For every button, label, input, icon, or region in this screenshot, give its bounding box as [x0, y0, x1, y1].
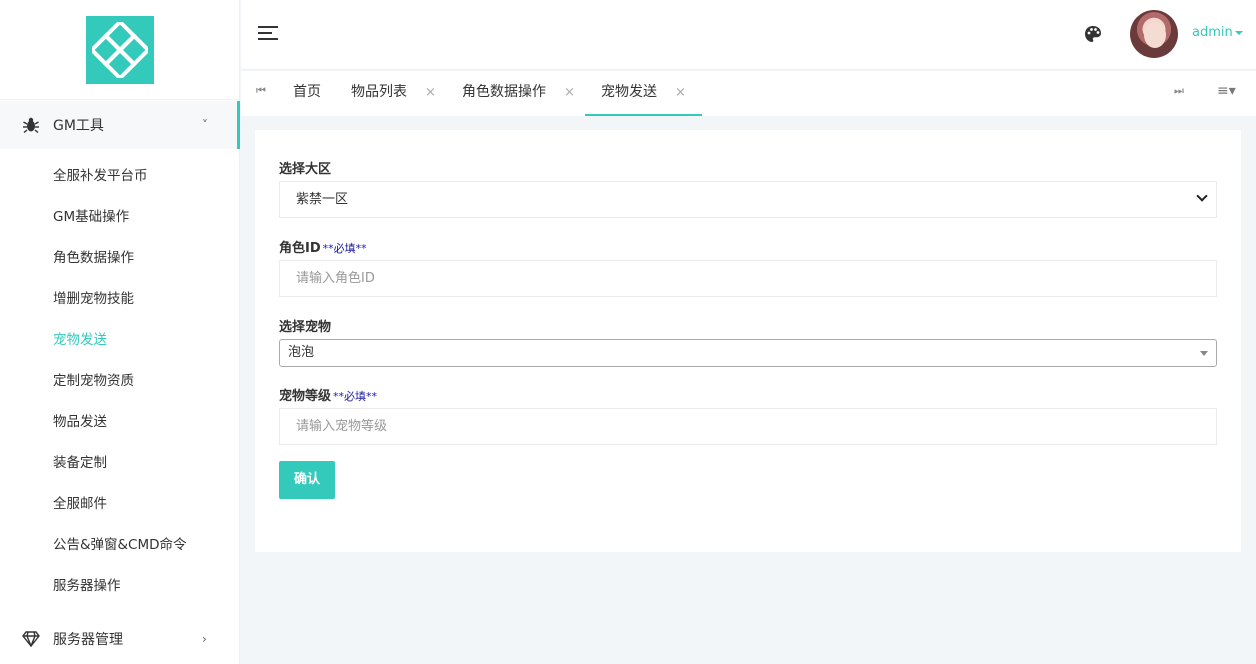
sidebar-item-equip-custom[interactable]: 装备定制 [0, 443, 240, 484]
tab-label: 首页 [293, 84, 321, 100]
tab-options-icon[interactable]: ≡▾ [1217, 83, 1236, 99]
tab-label: 宠物发送 [601, 84, 657, 100]
tab-scroll-left-icon[interactable]: ⏮ [256, 84, 266, 98]
username: admin [1192, 25, 1233, 40]
sidebar-item-server-mail[interactable]: 全服邮件 [0, 484, 240, 525]
chevron-down-icon: ˅ [202, 118, 208, 132]
chevron-down-icon [1196, 190, 1208, 202]
sidebar-item-server-ops[interactable]: 服务器操作 [0, 566, 240, 607]
top-header: admin [241, 0, 1256, 70]
sidebar: GM工具 ˅ 全服补发平台币 GM基础操作 角色数据操作 增删宠物技能 宠物发送… [0, 0, 240, 664]
logo[interactable] [85, 15, 154, 84]
region-label: 选择大区 [279, 162, 332, 177]
role-id-input[interactable] [279, 260, 1217, 297]
menu-group-gm-tools[interactable]: GM工具 ˅ [0, 101, 240, 149]
menu-group-label: 服务器管理 [53, 632, 123, 648]
sidebar-item-gm-basic[interactable]: GM基础操作 [0, 197, 240, 238]
tab-home[interactable]: 首页 [293, 71, 321, 116]
hamburger-menu-icon[interactable] [258, 26, 278, 42]
sidebar-item-pet-send[interactable]: 宠物发送 [0, 320, 240, 361]
caret-down-icon [1234, 30, 1243, 35]
logo-knot-icon [91, 21, 148, 78]
chevron-right-icon: › [202, 632, 207, 646]
sidebar-item-platform-coin[interactable]: 全服补发平台币 [0, 156, 240, 197]
menu-group-server-manage[interactable]: 服务器管理 › [0, 615, 240, 663]
tab-role-data[interactable]: 角色数据操作 × [462, 71, 575, 116]
pet-level-input[interactable] [279, 408, 1217, 445]
tab-bar: ⏮ 首页 物品列表 × 角色数据操作 × 宠物发送 × ⏭ ≡▾ [241, 71, 1256, 116]
pet-level-label: 宠物等级 **必填** [279, 389, 378, 404]
pet-send-form-card: 选择大区 紫禁一区 角色ID**必填** 选择宠物 泡泡 宠物等级**必填** … [255, 130, 1241, 552]
tab-label: 物品列表 [351, 84, 407, 100]
required-note: **必填** [322, 242, 367, 255]
submenu-gm-tools: 全服补发平台币 GM基础操作 角色数据操作 增删宠物技能 宠物发送 定制宠物资质… [0, 156, 240, 607]
role-id-label: 角色ID **必填** [279, 241, 367, 256]
sidebar-item-notice-cmd[interactable]: 公告&弹窗&CMD命令 [0, 525, 240, 566]
confirm-button[interactable]: 确认 [279, 461, 335, 499]
menu-group-label: GM工具 [53, 118, 104, 134]
sidebar-item-role-data[interactable]: 角色数据操作 [0, 238, 240, 279]
sidebar-item-pet-aptitude[interactable]: 定制宠物资质 [0, 361, 240, 402]
tab-scroll-right-icon[interactable]: ⏭ [1174, 84, 1184, 98]
tab-label: 角色数据操作 [462, 84, 546, 100]
region-select-value: 紫禁一区 [296, 192, 349, 207]
tab-pet-send[interactable]: 宠物发送 × [585, 71, 702, 116]
close-icon[interactable]: × [675, 85, 686, 100]
user-menu[interactable]: admin [1192, 25, 1243, 40]
tab-item-list[interactable]: 物品列表 × [351, 71, 436, 116]
avatar[interactable] [1130, 10, 1178, 58]
required-note: **必填** [333, 390, 378, 403]
sidebar-item-item-send[interactable]: 物品发送 [0, 402, 240, 443]
close-icon[interactable]: × [564, 85, 575, 100]
region-select[interactable]: 紫禁一区 [279, 181, 1217, 218]
palette-icon[interactable] [1083, 24, 1103, 44]
pet-select[interactable]: 泡泡 [279, 339, 1217, 367]
close-icon[interactable]: × [425, 85, 436, 100]
bug-icon [22, 116, 40, 134]
logo-area [0, 0, 239, 100]
pet-label: 选择宠物 [279, 320, 332, 335]
diamond-icon [22, 630, 40, 648]
triangle-down-icon [1200, 351, 1208, 356]
sidebar-item-pet-skills[interactable]: 增删宠物技能 [0, 279, 240, 320]
pet-select-value: 泡泡 [288, 345, 315, 360]
